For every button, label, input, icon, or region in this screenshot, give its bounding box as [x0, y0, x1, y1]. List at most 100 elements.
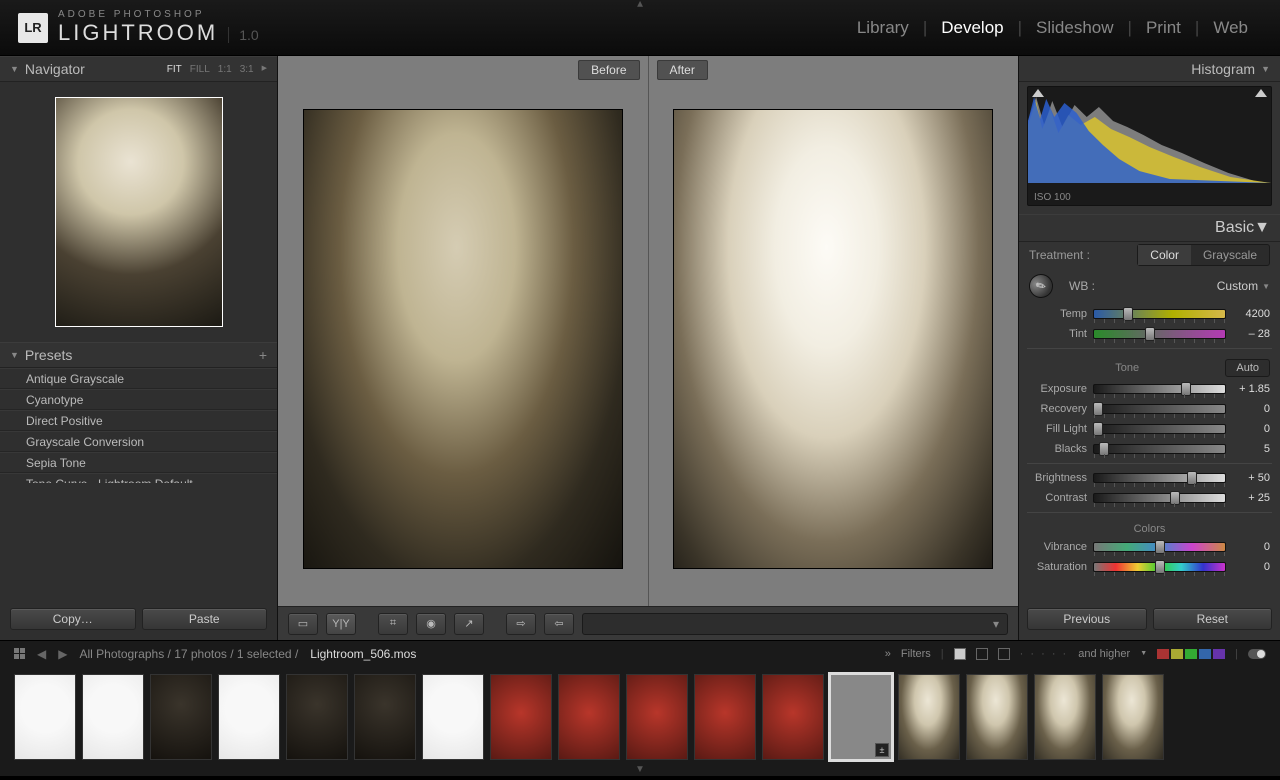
filter-switch[interactable]: [1248, 649, 1266, 659]
dropdown-caret-icon[interactable]: ▼: [1140, 650, 1147, 657]
color-chip[interactable]: [1199, 649, 1211, 659]
reset-button[interactable]: Reset: [1153, 608, 1273, 630]
filmstrip-thumb[interactable]: [422, 674, 484, 760]
flag-rejected-icon[interactable]: [998, 648, 1010, 660]
filmstrip-thumb[interactable]: [354, 674, 416, 760]
paste-button[interactable]: Paste: [142, 608, 268, 630]
histogram-header[interactable]: Histogram ▼: [1019, 56, 1280, 82]
filmstrip-thumb[interactable]: [490, 674, 552, 760]
and-higher-label[interactable]: and higher: [1078, 648, 1130, 660]
slider-value[interactable]: + 1.85: [1232, 383, 1270, 395]
flag-unflagged-icon[interactable]: [976, 648, 988, 660]
filmstrip-thumb[interactable]: [626, 674, 688, 760]
preset-item[interactable]: Antique Grayscale: [0, 368, 277, 389]
slider-value[interactable]: 0: [1232, 403, 1270, 415]
loupe-view-button[interactable]: ▭: [288, 613, 318, 635]
preset-item[interactable]: Direct Positive: [0, 410, 277, 431]
filmstrip-thumb[interactable]: [1102, 674, 1164, 760]
module-library[interactable]: Library: [843, 18, 923, 38]
module-print[interactable]: Print: [1132, 18, 1195, 38]
filmstrip-thumb[interactable]: [830, 674, 892, 760]
rating-filter[interactable]: · · · · ·: [1020, 648, 1069, 660]
slider-track[interactable]: [1093, 329, 1226, 339]
filmstrip-thumb[interactable]: [898, 674, 960, 760]
preset-item[interactable]: Cyanotype: [0, 389, 277, 410]
zoom-fit[interactable]: FIT: [167, 64, 182, 75]
slider-track[interactable]: [1093, 404, 1226, 414]
filmstrip-thumb[interactable]: [150, 674, 212, 760]
slider-track[interactable]: [1093, 493, 1226, 503]
preset-item[interactable]: Grayscale Conversion: [0, 431, 277, 452]
wb-preset-dropdown[interactable]: Custom ▼: [1217, 279, 1270, 293]
color-chip[interactable]: [1213, 649, 1225, 659]
slider-value[interactable]: + 50: [1232, 472, 1270, 484]
filmstrip-thumb[interactable]: [966, 674, 1028, 760]
zoom-more-icon[interactable]: ▶: [262, 64, 267, 75]
toolbar-dropdown[interactable]: ▾: [582, 613, 1008, 635]
nav-forward-icon[interactable]: ▶: [58, 647, 67, 661]
module-web[interactable]: Web: [1199, 18, 1262, 38]
slider-track[interactable]: [1093, 384, 1226, 394]
spot-tool-button[interactable]: ↗: [454, 613, 484, 635]
filmstrip-thumb[interactable]: [694, 674, 756, 760]
disclosure-triangle-icon[interactable]: ▼: [1261, 64, 1270, 74]
slider-track[interactable]: [1093, 444, 1226, 454]
zoom-3-1[interactable]: 3:1: [240, 64, 254, 75]
color-chip[interactable]: [1185, 649, 1197, 659]
copy-after-button[interactable]: ⇦: [544, 613, 574, 635]
breadcrumb[interactable]: All Photographs / 17 photos / 1 selected…: [79, 647, 298, 661]
slider-track[interactable]: [1093, 473, 1226, 483]
slider-track[interactable]: [1093, 562, 1226, 572]
flag-picked-icon[interactable]: [954, 648, 966, 660]
before-pane[interactable]: Before: [278, 56, 648, 606]
treatment-grayscale[interactable]: Grayscale: [1191, 245, 1269, 265]
navigator-preview[interactable]: [0, 82, 277, 342]
treatment-color[interactable]: Color: [1138, 245, 1191, 265]
after-pane[interactable]: After: [648, 56, 1019, 606]
zoom-fill[interactable]: FILL: [190, 64, 210, 75]
disclosure-triangle-icon[interactable]: ▼: [10, 350, 19, 360]
disclosure-triangle-icon[interactable]: ▼: [10, 64, 19, 74]
add-preset-icon[interactable]: +: [259, 347, 267, 363]
preset-item[interactable]: Sepia Tone: [0, 452, 277, 473]
slider-value[interactable]: 4200: [1232, 308, 1270, 320]
nav-back-icon[interactable]: ◀: [37, 647, 46, 661]
slider-value[interactable]: 0: [1232, 423, 1270, 435]
collapse-top-icon[interactable]: ▼: [635, 0, 645, 9]
before-after-button[interactable]: Y|Y: [326, 613, 356, 635]
slider-value[interactable]: + 25: [1232, 492, 1270, 504]
filmstrip-thumb[interactable]: [82, 674, 144, 760]
color-chip[interactable]: [1171, 649, 1183, 659]
wb-eyedropper-icon[interactable]: ✎: [1025, 270, 1058, 303]
slider-track[interactable]: [1093, 542, 1226, 552]
redeye-tool-button[interactable]: ◉: [416, 613, 446, 635]
slider-value[interactable]: 5: [1232, 443, 1270, 455]
module-slideshow[interactable]: Slideshow: [1022, 18, 1128, 38]
histogram-display[interactable]: ISO 100: [1027, 86, 1272, 206]
basic-panel-header[interactable]: Basic ▼: [1019, 214, 1280, 242]
filmstrip-thumb[interactable]: [14, 674, 76, 760]
slider-value[interactable]: – 28: [1232, 328, 1270, 340]
filmstrip-thumb[interactable]: [1034, 674, 1096, 760]
filmstrip-thumb[interactable]: [286, 674, 348, 760]
navigator-header[interactable]: ▼ Navigator FIT FILL 1:1 3:1 ▶: [0, 56, 277, 82]
color-chip[interactable]: [1157, 649, 1169, 659]
previous-button[interactable]: Previous: [1027, 608, 1147, 630]
module-develop[interactable]: Develop: [927, 18, 1017, 38]
presets-header[interactable]: ▼ Presets +: [0, 342, 277, 368]
filmstrip[interactable]: [0, 666, 1280, 776]
zoom-1-1[interactable]: 1:1: [218, 64, 232, 75]
highlight-clip-icon[interactable]: [1255, 89, 1267, 97]
copy-button[interactable]: Copy…: [10, 608, 136, 630]
grid-view-icon[interactable]: [14, 648, 25, 659]
filmstrip-thumb[interactable]: [762, 674, 824, 760]
collapse-bottom-icon[interactable]: ▼: [0, 770, 1280, 774]
crop-tool-button[interactable]: ⌗: [378, 613, 408, 635]
slider-track[interactable]: [1093, 424, 1226, 434]
slider-track[interactable]: [1093, 309, 1226, 319]
shadow-clip-icon[interactable]: [1032, 89, 1044, 97]
disclosure-triangle-icon[interactable]: ▼: [1254, 219, 1270, 237]
slider-value[interactable]: 0: [1232, 541, 1270, 553]
filmstrip-thumb[interactable]: [218, 674, 280, 760]
filmstrip-thumb[interactable]: [558, 674, 620, 760]
